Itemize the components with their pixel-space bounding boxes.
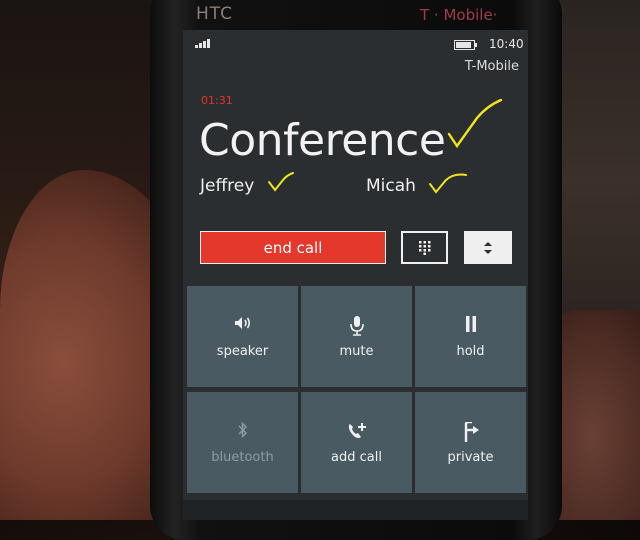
carrier-name: T-Mobile <box>464 59 519 74</box>
private-icon <box>464 422 479 442</box>
speaker-button[interactable]: speaker <box>187 286 298 387</box>
add-call-icon <box>348 423 366 438</box>
tile-label: bluetooth <box>211 450 274 465</box>
hold-button[interactable]: hold <box>415 286 526 387</box>
pause-icon <box>465 316 476 332</box>
handwritten-check-icon <box>429 173 467 194</box>
clock: 10:40 <box>489 37 524 51</box>
expand-collapse-button[interactable] <box>464 231 512 264</box>
participant-name: Micah <box>366 176 416 196</box>
expand-icon <box>484 241 492 254</box>
private-button[interactable]: private <box>415 392 526 493</box>
end-call-button[interactable]: end call <box>200 231 386 264</box>
microphone-icon <box>349 316 364 336</box>
keypad-icon <box>418 240 430 255</box>
mute-button[interactable]: mute <box>301 286 412 387</box>
battery-icon <box>454 40 477 50</box>
operator-logo: T · Mobile· <box>420 6 498 24</box>
status-bar: 10:40 <box>183 30 528 56</box>
phone-screen: 10:40 T-Mobile 01:31 Conference Jeffrey … <box>183 30 528 520</box>
add-call-button[interactable]: add call <box>301 392 412 493</box>
keypad-button[interactable] <box>401 231 448 264</box>
participant-name: Jeffrey <box>200 176 255 196</box>
signal-strength-icon <box>195 38 217 48</box>
tile-label: mute <box>339 344 374 359</box>
speaker-icon <box>234 317 250 329</box>
bluetooth-icon <box>237 422 247 438</box>
call-timer: 01:31 <box>201 94 233 107</box>
brand-logo: HTC <box>196 4 234 24</box>
handwritten-check-icon <box>268 172 294 192</box>
call-title: Conference <box>199 115 446 166</box>
tile-label: private <box>447 450 494 465</box>
app-bar <box>183 500 528 520</box>
tile-label: speaker <box>216 344 269 359</box>
tile-label: add call <box>331 450 382 465</box>
tile-label: hold <box>456 344 485 359</box>
handwritten-check-icon <box>447 98 503 149</box>
bluetooth-button[interactable]: bluetooth <box>187 392 298 493</box>
